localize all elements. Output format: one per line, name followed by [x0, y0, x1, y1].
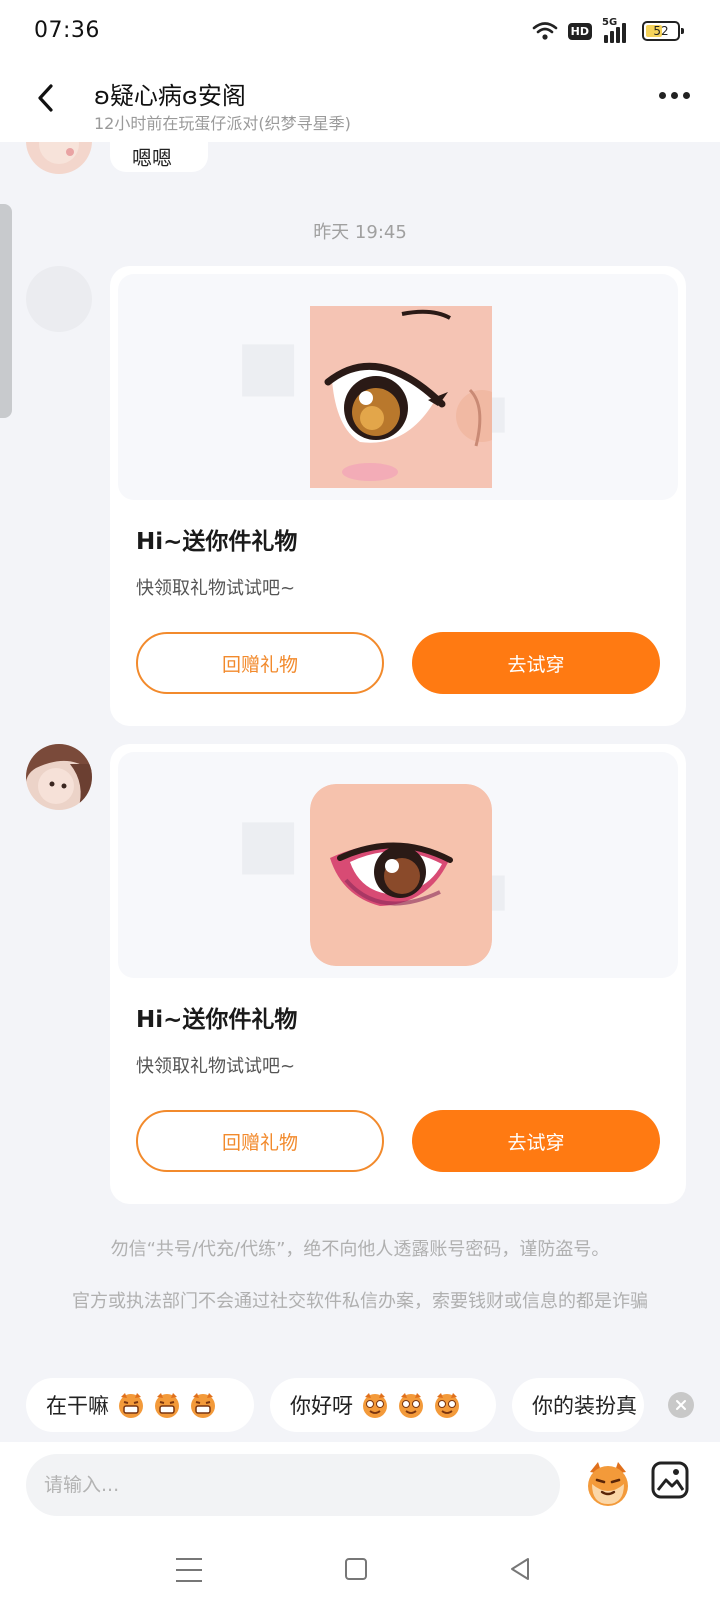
- quick-reply-chip[interactable]: 你的装扮真: [512, 1378, 644, 1432]
- gift-item-image[interactable]: [310, 306, 492, 488]
- gift-title: Hi~送你件礼物: [136, 529, 298, 555]
- try-on-button[interactable]: 去试穿: [412, 1110, 660, 1172]
- close-quick-replies-button[interactable]: [668, 1392, 694, 1418]
- more-dots-icon: [659, 92, 666, 99]
- status-time: 07:36: [34, 18, 100, 43]
- recent-apps-button[interactable]: [176, 1558, 202, 1582]
- status-icons: HD 5G 52: [532, 17, 684, 44]
- emoji-button[interactable]: [582, 1458, 634, 1510]
- gift-banner: ■■■ ■■: [118, 274, 678, 500]
- chat-header: ʚ疑心病ɞ安阁 12小时前在玩蛋仔派对(织梦寻星季): [0, 62, 720, 142]
- gift-card[interactable]: ■■■ ■■: [110, 266, 686, 726]
- signal-icon: 5G: [602, 17, 632, 43]
- gift-description: 快领取礼物试试吧~: [136, 578, 296, 599]
- anime-eye-gold-icon: [310, 306, 492, 488]
- return-gift-button[interactable]: 回赠礼物: [136, 632, 384, 694]
- contact-name: ʚ疑心病ɞ安阁: [94, 82, 246, 110]
- gift-item-image[interactable]: [310, 784, 492, 966]
- quick-reply-text: 你好呀: [290, 1394, 353, 1418]
- chat-screen: 07:36 HD 5G 52 ʚ疑心病ɞ安阁 12小时前在玩蛋仔派对(织梦寻星季…: [0, 0, 720, 1612]
- system-back-button[interactable]: [508, 1556, 532, 1582]
- wink-face-icon: [359, 1391, 463, 1419]
- quick-reply-text: 你的装扮真: [532, 1394, 637, 1418]
- more-options-button[interactable]: [659, 92, 690, 99]
- hd-badge: HD: [567, 22, 592, 40]
- quick-reply-chip[interactable]: 在干嘛: [26, 1378, 254, 1432]
- emoji-icon: [588, 1462, 628, 1506]
- battery-icon: 52: [642, 21, 684, 41]
- try-on-button[interactable]: 去试穿: [412, 632, 660, 694]
- message-input[interactable]: [26, 1454, 560, 1516]
- system-nav-bar: [0, 1536, 720, 1612]
- gift-description: 快领取礼物试试吧~: [136, 1056, 296, 1077]
- anime-eye-pink-icon: [310, 784, 492, 966]
- message-timestamp: 昨天 19:45: [313, 222, 407, 243]
- wifi-icon: [532, 22, 557, 40]
- message-text: 嗯嗯: [132, 146, 172, 170]
- return-gift-button[interactable]: 回赠礼物: [136, 1110, 384, 1172]
- gift-title: Hi~送你件礼物: [136, 1007, 298, 1033]
- battery-level: 52: [653, 24, 669, 38]
- image-icon: [651, 1461, 689, 1499]
- close-icon: [676, 1400, 686, 1410]
- quick-reply-chip[interactable]: 你好呀: [270, 1378, 496, 1432]
- status-bar: 07:36 HD 5G 52: [0, 0, 720, 62]
- quick-reply-bar: 在干嘛 你好呀 你的装扮真: [0, 1360, 720, 1442]
- contact-status: 12小时前在玩蛋仔派对(织梦寻星季): [94, 114, 351, 133]
- chevron-left-icon: [38, 84, 53, 112]
- triangle-back-icon: [511, 1558, 529, 1580]
- fraud-notice: 官方或执法部门不会通过社交软件私信办案，索要钱财或信息的都是诈骗: [72, 1291, 648, 1312]
- image-button[interactable]: [650, 1460, 690, 1500]
- quick-reply-text: 在干嘛: [46, 1394, 109, 1418]
- avatar[interactable]: [26, 142, 92, 174]
- message-input-bar: [0, 1442, 720, 1536]
- avatar[interactable]: [26, 744, 92, 810]
- avatar-placeholder[interactable]: [26, 266, 92, 332]
- message-list[interactable]: 嗯嗯 昨天 19:45 ■■■ ■■: [0, 142, 720, 1360]
- gift-card[interactable]: ■■■ ■■ Hi~送你件礼物 快领取礼物试试吧~: [110, 744, 686, 1204]
- message-bubble[interactable]: 嗯嗯: [110, 142, 208, 172]
- grin-face-icon: [115, 1391, 219, 1419]
- safety-notice: 勿信“共号/代充/代练”，绝不向他人透露账号密码，谨防盗号。: [110, 1239, 610, 1260]
- back-button[interactable]: [26, 78, 66, 118]
- home-button[interactable]: [345, 1558, 367, 1580]
- gift-banner: ■■■ ■■: [118, 752, 678, 978]
